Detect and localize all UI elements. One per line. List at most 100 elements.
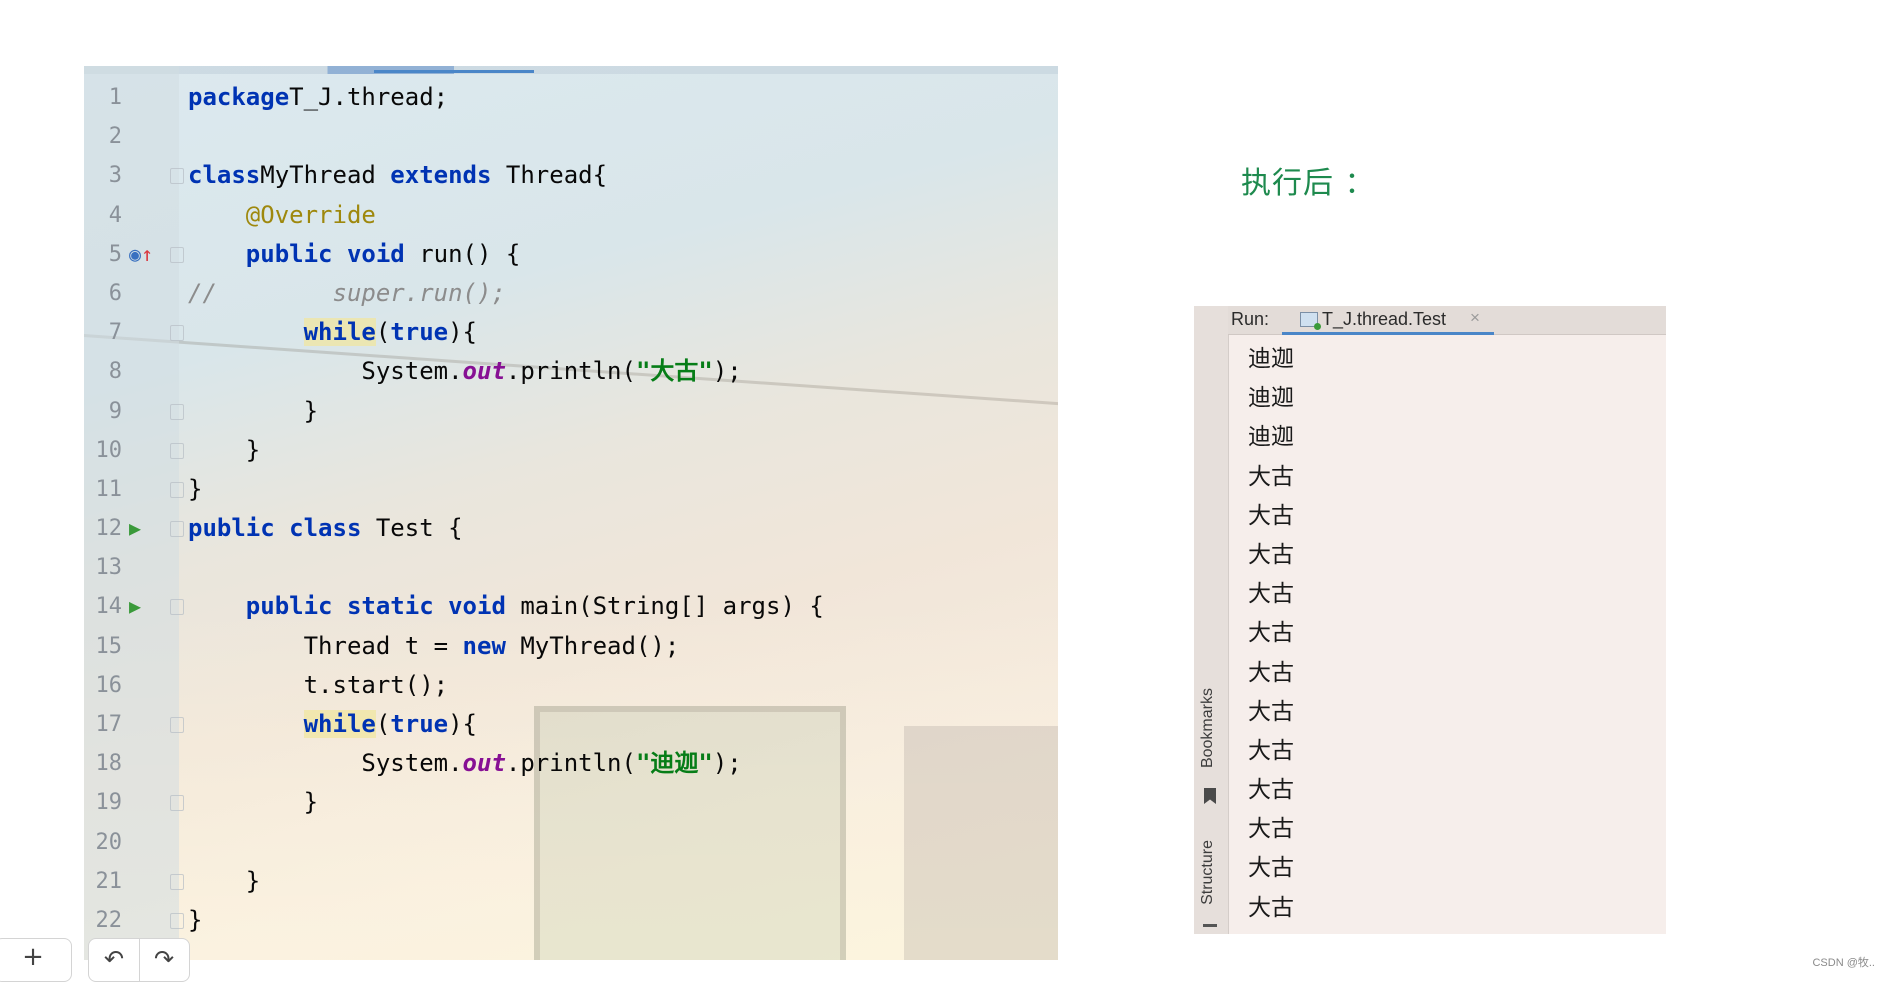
fold-marker-icon[interactable] bbox=[170, 717, 184, 733]
code-line[interactable]: 21 } bbox=[84, 862, 1058, 901]
line-number[interactable]: 5 bbox=[84, 235, 122, 274]
fold-marker-icon[interactable] bbox=[170, 442, 184, 459]
line-number[interactable]: 18 bbox=[84, 744, 123, 783]
code-token: "迪迦" bbox=[635, 749, 713, 778]
line-number[interactable]: 9 bbox=[84, 392, 122, 431]
line-number[interactable]: 14 bbox=[84, 587, 123, 626]
code-line[interactable]: 19 } bbox=[84, 783, 1058, 822]
line-number[interactable]: 1 bbox=[84, 78, 122, 117]
line-number[interactable]: 8 bbox=[84, 352, 122, 391]
line-number[interactable]: 17 bbox=[84, 705, 123, 744]
console-line: 迪迦 bbox=[1248, 346, 1294, 372]
code-line[interactable]: 15 Thread t = new MyThread(); bbox=[84, 627, 1058, 666]
code-text: public void run() { bbox=[188, 235, 521, 274]
line-number[interactable]: 19 bbox=[84, 783, 123, 822]
line-number[interactable]: 13 bbox=[84, 548, 123, 587]
structure-icon[interactable] bbox=[1203, 924, 1217, 934]
fold-marker-icon[interactable] bbox=[170, 325, 184, 342]
console-line: 大古 bbox=[1248, 777, 1294, 804]
line-number[interactable]: 3 bbox=[84, 156, 122, 195]
line-number[interactable]: 2 bbox=[84, 117, 122, 156]
line-number[interactable]: 4 bbox=[84, 196, 122, 235]
fold-marker-icon[interactable] bbox=[170, 246, 184, 263]
line-number[interactable]: 15 bbox=[84, 627, 123, 666]
console-output[interactable]: 迪迦 迪迦 迪迦 大古 大古 大古 大古 大古 大古 大古 大古 大古 大古 大古 大古 bbox=[1248, 340, 1294, 928]
code-line[interactable]: 16 t.start(); bbox=[84, 666, 1058, 705]
code-line[interactable]: 5 ◉↑ public void run() { bbox=[84, 235, 1058, 274]
fold-marker-icon[interactable] bbox=[170, 599, 184, 616]
override-method-icon[interactable]: ◉↑ bbox=[129, 235, 159, 274]
run-config-tab[interactable]: T_J.thread.Test × bbox=[1282, 306, 1494, 335]
console-line: 大古 bbox=[1248, 502, 1294, 529]
fold-marker-icon[interactable] bbox=[170, 795, 184, 812]
code-line[interactable]: 1 packageT_J.thread; bbox=[84, 78, 1058, 117]
console-line: 大古 bbox=[1248, 463, 1294, 490]
code-lines[interactable]: 1 packageT_J.thread; 2 3 classMyThread exten… bbox=[84, 78, 1058, 940]
line-number[interactable]: 11 bbox=[84, 470, 123, 509]
code-token: run() { bbox=[404, 239, 521, 268]
code-line[interactable]: 20 bbox=[84, 823, 1058, 862]
run-tool-window: Bookmarks Structure Run: T_J.thread.Test… bbox=[1194, 306, 1666, 934]
result-caption: 执行后 ： bbox=[1241, 166, 1376, 201]
run-arrow-icon[interactable]: ▶ bbox=[129, 587, 159, 626]
code-token: ){ bbox=[448, 318, 477, 347]
code-line[interactable]: 14 ▶ public static void main(String[] arg… bbox=[84, 587, 1058, 626]
code-line[interactable]: 18 System.out.println("迪迦"); bbox=[84, 744, 1058, 783]
code-line[interactable]: 12 ▶ public class Test { bbox=[84, 509, 1058, 548]
code-line[interactable]: 8 System.out.println("大古"); bbox=[84, 352, 1058, 391]
code-line[interactable]: 3 classMyThread extends Thread{ bbox=[84, 156, 1058, 195]
code-text: while(true){ bbox=[188, 313, 477, 352]
fold-marker-icon[interactable] bbox=[170, 481, 184, 498]
fold-marker-icon[interactable] bbox=[170, 168, 184, 185]
code-line[interactable]: 7 while(true){ bbox=[84, 313, 1058, 352]
code-line[interactable]: 17 while(true){ bbox=[84, 705, 1058, 744]
code-text: } bbox=[188, 431, 260, 470]
code-token: "大古" bbox=[635, 357, 713, 386]
code-line[interactable]: 11} bbox=[84, 470, 1058, 509]
bookmark-icon[interactable] bbox=[1204, 788, 1216, 804]
line-number[interactable]: 21 bbox=[84, 862, 123, 901]
code-token: true bbox=[390, 318, 449, 347]
side-tool-strip: Bookmarks Structure bbox=[1194, 306, 1229, 934]
fold-marker-icon[interactable] bbox=[170, 912, 184, 929]
line-number[interactable]: 22 bbox=[84, 901, 123, 940]
line-number[interactable]: 7 bbox=[84, 313, 122, 352]
code-line[interactable]: 9 } bbox=[84, 392, 1058, 431]
line-number[interactable]: 6 bbox=[84, 274, 122, 313]
line-number[interactable]: 12 bbox=[84, 509, 123, 548]
run-arrow-icon[interactable]: ▶ bbox=[129, 509, 159, 548]
code-line[interactable]: 6 // super.run(); bbox=[84, 274, 1058, 313]
code-line[interactable]: 10 } bbox=[84, 431, 1058, 470]
bookmarks-side-tab[interactable]: Bookmarks bbox=[1199, 688, 1217, 768]
fold-marker-icon[interactable] bbox=[170, 403, 184, 420]
code-token: true bbox=[390, 710, 449, 738]
add-button[interactable]: + bbox=[0, 938, 72, 982]
undo-button[interactable]: ↶ bbox=[89, 939, 140, 981]
code-line[interactable]: 13 bbox=[84, 548, 1058, 587]
run-config-icon bbox=[1300, 312, 1321, 330]
code-token: .println( bbox=[505, 749, 636, 778]
line-number[interactable]: 20 bbox=[84, 823, 123, 862]
code-line[interactable]: 4 @Override bbox=[84, 196, 1058, 235]
console-line: 大古 bbox=[1248, 855, 1294, 882]
close-icon[interactable]: × bbox=[1470, 308, 1480, 328]
code-token: while bbox=[303, 318, 376, 347]
line-number[interactable]: 16 bbox=[84, 666, 123, 705]
code-line[interactable]: 22} bbox=[84, 901, 1058, 940]
line-number[interactable]: 10 bbox=[84, 431, 123, 470]
structure-side-tab[interactable]: Structure bbox=[1199, 840, 1217, 905]
fold-marker-icon[interactable] bbox=[170, 873, 184, 890]
code-token: class bbox=[188, 161, 261, 190]
code-line[interactable]: 2 bbox=[84, 117, 1058, 156]
code-token: } bbox=[188, 788, 319, 817]
fold-marker-icon[interactable] bbox=[170, 521, 184, 538]
run-config-tab-title[interactable]: T_J.thread.Test bbox=[1322, 309, 1446, 330]
code-text: public static void main(String[] args) { bbox=[188, 587, 824, 626]
code-token: out bbox=[462, 749, 506, 778]
redo-button[interactable]: ↷ bbox=[139, 939, 189, 981]
code-token: new bbox=[462, 631, 506, 660]
console-line: 大古 bbox=[1248, 894, 1294, 921]
